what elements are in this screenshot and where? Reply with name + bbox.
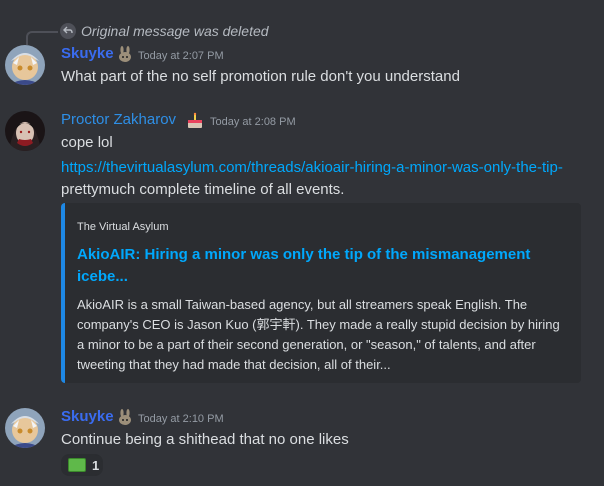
avatar[interactable] [5, 111, 45, 151]
embed-provider[interactable]: The Virtual Asylum [77, 221, 169, 233]
bunny-badge-icon [116, 46, 134, 64]
username[interactable]: Skuyke [61, 408, 114, 425]
timestamp[interactable]: Today at 2:08 PM [210, 116, 296, 128]
link-embed: The Virtual Asylum AkioAIR: Hiring a min… [61, 203, 581, 383]
money-bill-emoji-icon [68, 458, 86, 472]
username[interactable]: Skuyke [61, 45, 114, 62]
message-text: cope lol [61, 134, 113, 151]
username[interactable]: Proctor Zakharov [61, 111, 176, 128]
reaction-button[interactable]: 1 [61, 454, 103, 476]
embed-title[interactable]: AkioAIR: Hiring a minor was only the tip… [77, 244, 557, 288]
timestamp[interactable]: Today at 2:10 PM [138, 413, 224, 425]
message-text: What part of the no self promotion rule … [61, 68, 460, 85]
reply-arrow-icon [60, 23, 76, 39]
avatar[interactable] [5, 408, 45, 448]
cake-badge-icon [186, 112, 204, 130]
message-text: prettymuch complete timeline of all even… [61, 181, 345, 198]
thread-link[interactable]: https://thevirtualasylum.com/threads/aki… [61, 159, 563, 176]
message-text: Continue being a shithead that no one li… [61, 431, 349, 448]
reaction-count: 1 [92, 457, 100, 473]
timestamp[interactable]: Today at 2:07 PM [138, 50, 224, 62]
bunny-badge-icon [116, 409, 134, 427]
reply-connector [26, 31, 58, 45]
embed-description: AkioAIR is a small Taiwan-based agency, … [77, 297, 560, 372]
avatar[interactable] [5, 45, 45, 85]
deleted-reply-notice: Original message was deleted [81, 23, 269, 39]
